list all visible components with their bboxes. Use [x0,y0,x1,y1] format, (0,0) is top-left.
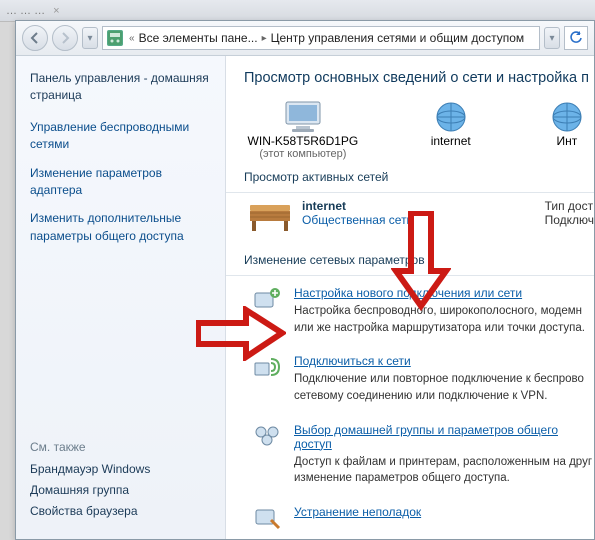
sidebar-link-wireless[interactable]: Управление беспроводными сетями [30,119,211,154]
refresh-button[interactable] [564,26,588,50]
computer-icon [282,100,324,134]
control-panel-window: ▾ « Все элементы пане... ▸ Центр управле… [15,20,595,540]
homegroup-icon [253,424,281,448]
address-bar: ▾ « Все элементы пане... ▸ Центр управле… [16,21,594,56]
bench-icon [248,199,292,235]
sidebar-home-link[interactable]: Панель управления - домашняя страница [30,70,211,105]
arrow-left-icon [29,32,41,44]
network-map-computer[interactable]: WIN-K58T5R6D1PG (этот компьютер) [244,100,362,160]
see-also-firewall[interactable]: Брандмауэр Windows [30,462,211,476]
globe-icon [550,100,584,134]
globe-icon [434,100,468,134]
browser-tabbar: … … … × [0,0,595,22]
active-network-type-link[interactable]: Общественная сеть [302,213,413,227]
page-title: Просмотр основных сведений о сети и наст… [244,70,594,86]
nav-history-button[interactable]: ▾ [82,27,98,49]
chevron-right-icon: ▸ [259,33,270,44]
connections-label: Подключ [545,213,594,227]
internet-label-2: Инт [556,134,577,148]
option-homegroup-link[interactable]: Выбор домашней группы и параметров общег… [294,423,594,451]
option-connect-desc: Подключение или повторное подключение к … [294,371,594,404]
breadcrumb-dropdown-button[interactable]: ▾ [544,27,560,49]
breadcrumb-seg-1[interactable]: Все элементы пане... [139,31,258,45]
access-type-label: Тип дост [545,199,594,213]
option-connect-link[interactable]: Подключиться к сети [294,354,594,368]
computer-sub: (этот компьютер) [259,148,346,160]
option-connect: Подключиться к сети Подключение или повт… [252,354,594,404]
chevron-icon: « [126,33,138,44]
internet-label: internet [431,134,471,148]
tab-close-icon[interactable]: × [53,5,59,17]
network-map-internet-2[interactable]: Инт [540,100,594,148]
active-network-row: internet Общественная сеть Тип дост Подк… [248,199,594,235]
sidebar-link-sharing[interactable]: Изменить дополнительные параметры общего… [30,210,211,245]
breadcrumb[interactable]: « Все элементы пане... ▸ Центр управлени… [102,26,540,50]
see-also-homegroup[interactable]: Домашняя группа [30,483,211,497]
option-troubleshoot-link[interactable]: Устранение неполадок [294,505,421,519]
sidebar: Панель управления - домашняя страница Уп… [16,56,226,539]
connect-icon [253,355,281,379]
computer-name: WIN-K58T5R6D1PG [248,134,359,148]
new-connection-icon [253,287,281,311]
see-also-heading: См. также [30,440,211,454]
refresh-icon [569,31,583,45]
tab-ghost-text: … … … [6,5,45,17]
arrow-right-icon [59,32,71,44]
option-new-connection-link[interactable]: Настройка нового подключения или сети [294,286,594,300]
option-new-connection: Настройка нового подключения или сети На… [252,286,594,336]
sidebar-link-adapter[interactable]: Изменение параметров адаптера [30,165,211,200]
option-new-connection-desc: Настройка беспроводного, широкополосного… [294,303,594,336]
troubleshoot-icon [253,506,281,530]
option-homegroup-desc: Доступ к файлам и принтерам, расположенн… [294,454,594,487]
option-homegroup: Выбор домашней группы и параметров общег… [252,423,594,487]
section-change-settings: Изменение сетевых параметров [244,253,594,267]
control-panel-icon [107,30,123,46]
active-network-name: internet [302,199,413,213]
option-troubleshoot: Устранение неполадок [252,505,594,531]
network-map-internet[interactable]: internet [392,100,510,160]
see-also-browser-props[interactable]: Свойства браузера [30,504,211,518]
section-active-networks: Просмотр активных сетей [244,170,594,184]
network-map: WIN-K58T5R6D1PG (этот компьютер) interne… [244,100,594,160]
breadcrumb-seg-2[interactable]: Центр управления сетями и общим доступом [271,31,525,45]
nav-back-button[interactable] [22,25,48,51]
main-content: Просмотр основных сведений о сети и наст… [226,56,594,539]
nav-forward-button[interactable] [52,25,78,51]
